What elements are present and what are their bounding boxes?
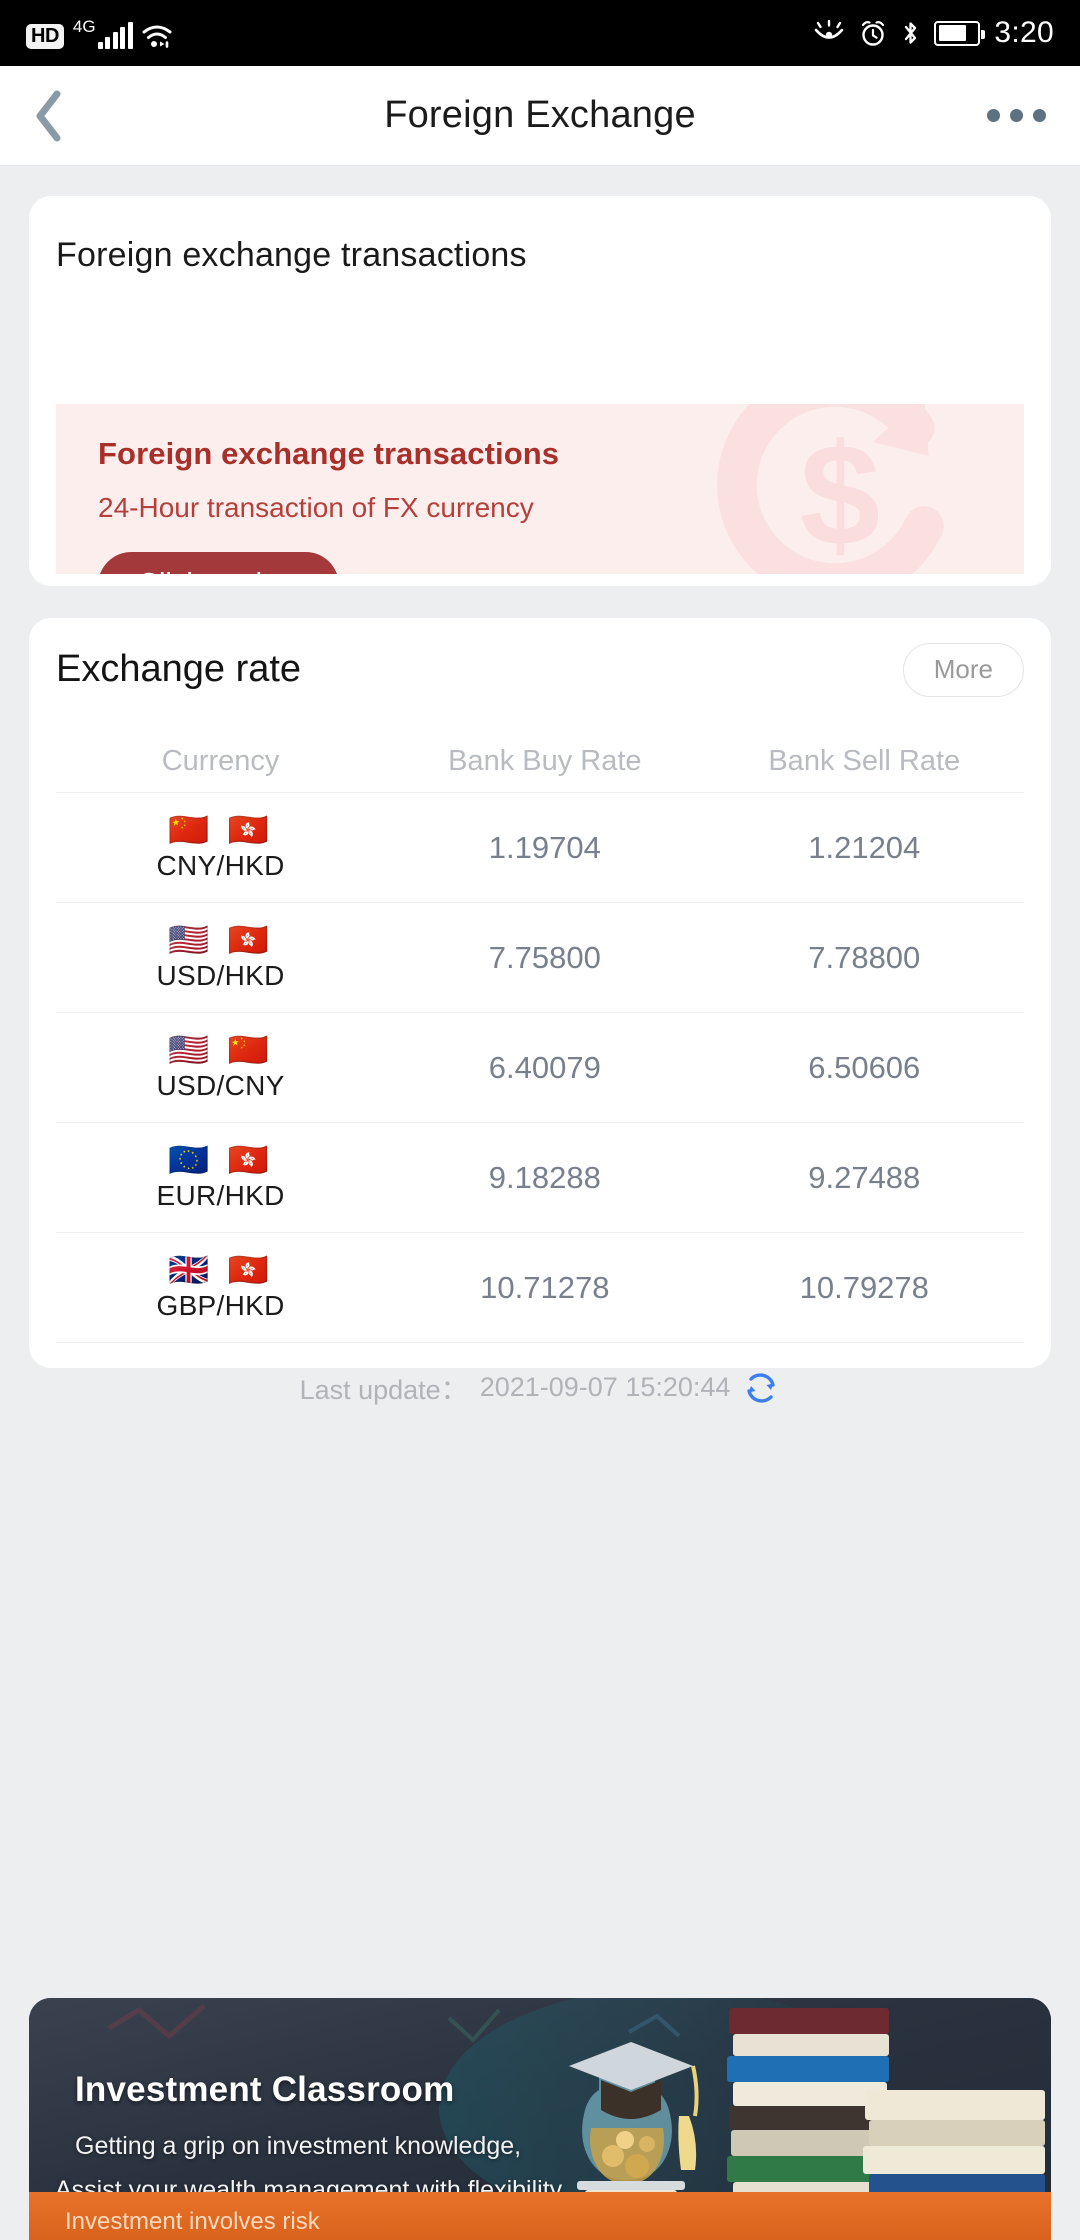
column-header-currency: Currency (161, 744, 280, 777)
dot (1010, 109, 1023, 122)
alarm-icon (862, 20, 885, 46)
currency-flags-icon: 🇪🇺 🇭🇰 (168, 1140, 273, 1180)
fx-card-title: Foreign exchange transactions (56, 236, 527, 274)
dot (987, 109, 1000, 122)
network-indicator: 4G (73, 18, 133, 49)
risk-disclaimer-text: Investment involves risk (65, 2208, 320, 2235)
last-update-time: 2021-09-07 15:20:44 (479, 1372, 731, 1402)
bank-buy-rate-cell: 9.18288 (488, 1159, 601, 1195)
exchange-rate-card: Exchange rate More Currency Bank Buy Rat… (29, 618, 1051, 1405)
currency-flags-icon: 🇺🇸 🇭🇰 (168, 920, 273, 960)
bank-sell-rate-cell: 7.78800 (808, 939, 921, 975)
bank-sell-rate-cell: 6.50606 (808, 1049, 921, 1085)
dot (1033, 109, 1046, 122)
column-header-buy-rate: Bank Buy Rate (448, 744, 642, 777)
column-header-sell-rate: Bank Sell Rate (768, 744, 961, 777)
fx-promo-banner[interactable]: $ Foreign exchange transactions 24-Hour … (56, 404, 1024, 574)
currency-pair-cell: 🇬🇧 🇭🇰 GBP/HKD (56, 1253, 385, 1322)
overflow-menu-button[interactable] (987, 109, 1046, 122)
bank-sell-rate-cell: 10.79278 (799, 1269, 929, 1305)
currency-pair-cell: 🇪🇺 🇭🇰 EUR/HKD (56, 1143, 385, 1212)
status-left-group: HD 4G (26, 18, 172, 49)
promo-heading: Foreign exchange transactions (98, 436, 560, 471)
currency-pair-cell: 🇺🇸 🇭🇰 USD/HKD (56, 923, 385, 992)
svg-text:$: $ (800, 414, 880, 574)
exchange-rate-table: 🇨🇳 🇭🇰 CNY/HKD 1.19704 1.21204 🇺🇸 🇭🇰 USD/HKD 7.… (29, 792, 1051, 1342)
battery-icon (934, 20, 986, 46)
exchange-rate-title: Exchange rate (56, 648, 302, 690)
investment-classroom-banner[interactable]: Investment Classroom Getting a grip on i… (29, 1998, 1051, 2240)
banner-title: Investment Classroom (75, 2070, 455, 2109)
exchange-rate-header: Exchange rate More (29, 618, 1051, 730)
click-to-view-button[interactable]: Click to view (98, 552, 340, 574)
table-row[interactable]: 🇺🇸 🇨🇳 USD/CNY 6.40079 6.50606 (56, 1012, 1024, 1122)
more-button[interactable]: More (902, 643, 1024, 697)
status-clock: 3:20 (994, 16, 1054, 49)
promo-subtitle: 24-Hour transaction of FX currency (98, 492, 534, 523)
wifi-icon (142, 25, 172, 48)
page-title: Foreign Exchange (384, 94, 696, 136)
table-column-headers: Currency Bank Buy Rate Bank Sell Rate (29, 730, 1051, 792)
currency-flags-icon: 🇬🇧 🇭🇰 (168, 1250, 273, 1290)
last-update-row: Last update： 2021-09-07 15:20:44 (56, 1342, 1024, 1432)
bank-buy-rate-cell: 1.19704 (488, 829, 601, 865)
bank-sell-rate-cell: 9.27488 (808, 1159, 921, 1195)
fx-transactions-card: Foreign exchange transactions $ Foreign … (29, 196, 1051, 586)
table-row[interactable]: 🇬🇧 🇭🇰 GBP/HKD 10.71278 10.79278 (56, 1232, 1024, 1342)
currency-pair-label: GBP/HKD (156, 1289, 285, 1321)
bank-sell-rate-cell: 1.21204 (808, 829, 921, 865)
refresh-icon[interactable] (742, 1369, 780, 1407)
phone-screen: HD 4G 3:20 Foreign Exchange Foreign exch… (0, 0, 1080, 2240)
network-type-label: 4G (72, 16, 96, 36)
bank-buy-rate-cell: 10.71278 (480, 1269, 610, 1305)
currency-watermark-icon: $ (717, 404, 944, 574)
currency-pair-cell: 🇨🇳 🇭🇰 CNY/HKD (56, 813, 385, 882)
bluetooth-icon (905, 22, 917, 44)
table-row[interactable]: 🇪🇺 🇭🇰 EUR/HKD 9.18288 9.27488 (56, 1122, 1024, 1232)
currency-pair-cell: 🇺🇸 🇨🇳 USD/CNY (56, 1033, 385, 1102)
last-update-label: Last update： (299, 1375, 468, 1405)
table-row[interactable]: 🇺🇸 🇭🇰 USD/HKD 7.75800 7.78800 (56, 902, 1024, 1012)
status-right-group: 3:20 (813, 18, 1054, 48)
currency-flags-icon: 🇺🇸 🇨🇳 (168, 1030, 273, 1070)
bank-buy-rate-cell: 6.40079 (488, 1049, 601, 1085)
currency-pair-label: CNY/HKD (156, 849, 285, 881)
status-bar: HD 4G 3:20 (0, 0, 1080, 66)
banner-subtitle-line1: Getting a grip on investment knowledge, (75, 2132, 522, 2160)
bank-buy-rate-cell: 7.75800 (488, 939, 601, 975)
nav-bar: Foreign Exchange (0, 66, 1080, 166)
hd-badge: HD (26, 23, 64, 49)
eye-care-icon (815, 20, 844, 39)
table-row[interactable]: 🇨🇳 🇭🇰 CNY/HKD 1.19704 1.21204 (56, 792, 1024, 902)
currency-pair-label: EUR/HKD (156, 1179, 285, 1211)
currency-pair-label: USD/HKD (156, 959, 285, 991)
currency-flags-icon: 🇨🇳 🇭🇰 (168, 810, 273, 850)
currency-pair-label: USD/CNY (156, 1069, 285, 1101)
signal-bars-icon (97, 21, 133, 49)
